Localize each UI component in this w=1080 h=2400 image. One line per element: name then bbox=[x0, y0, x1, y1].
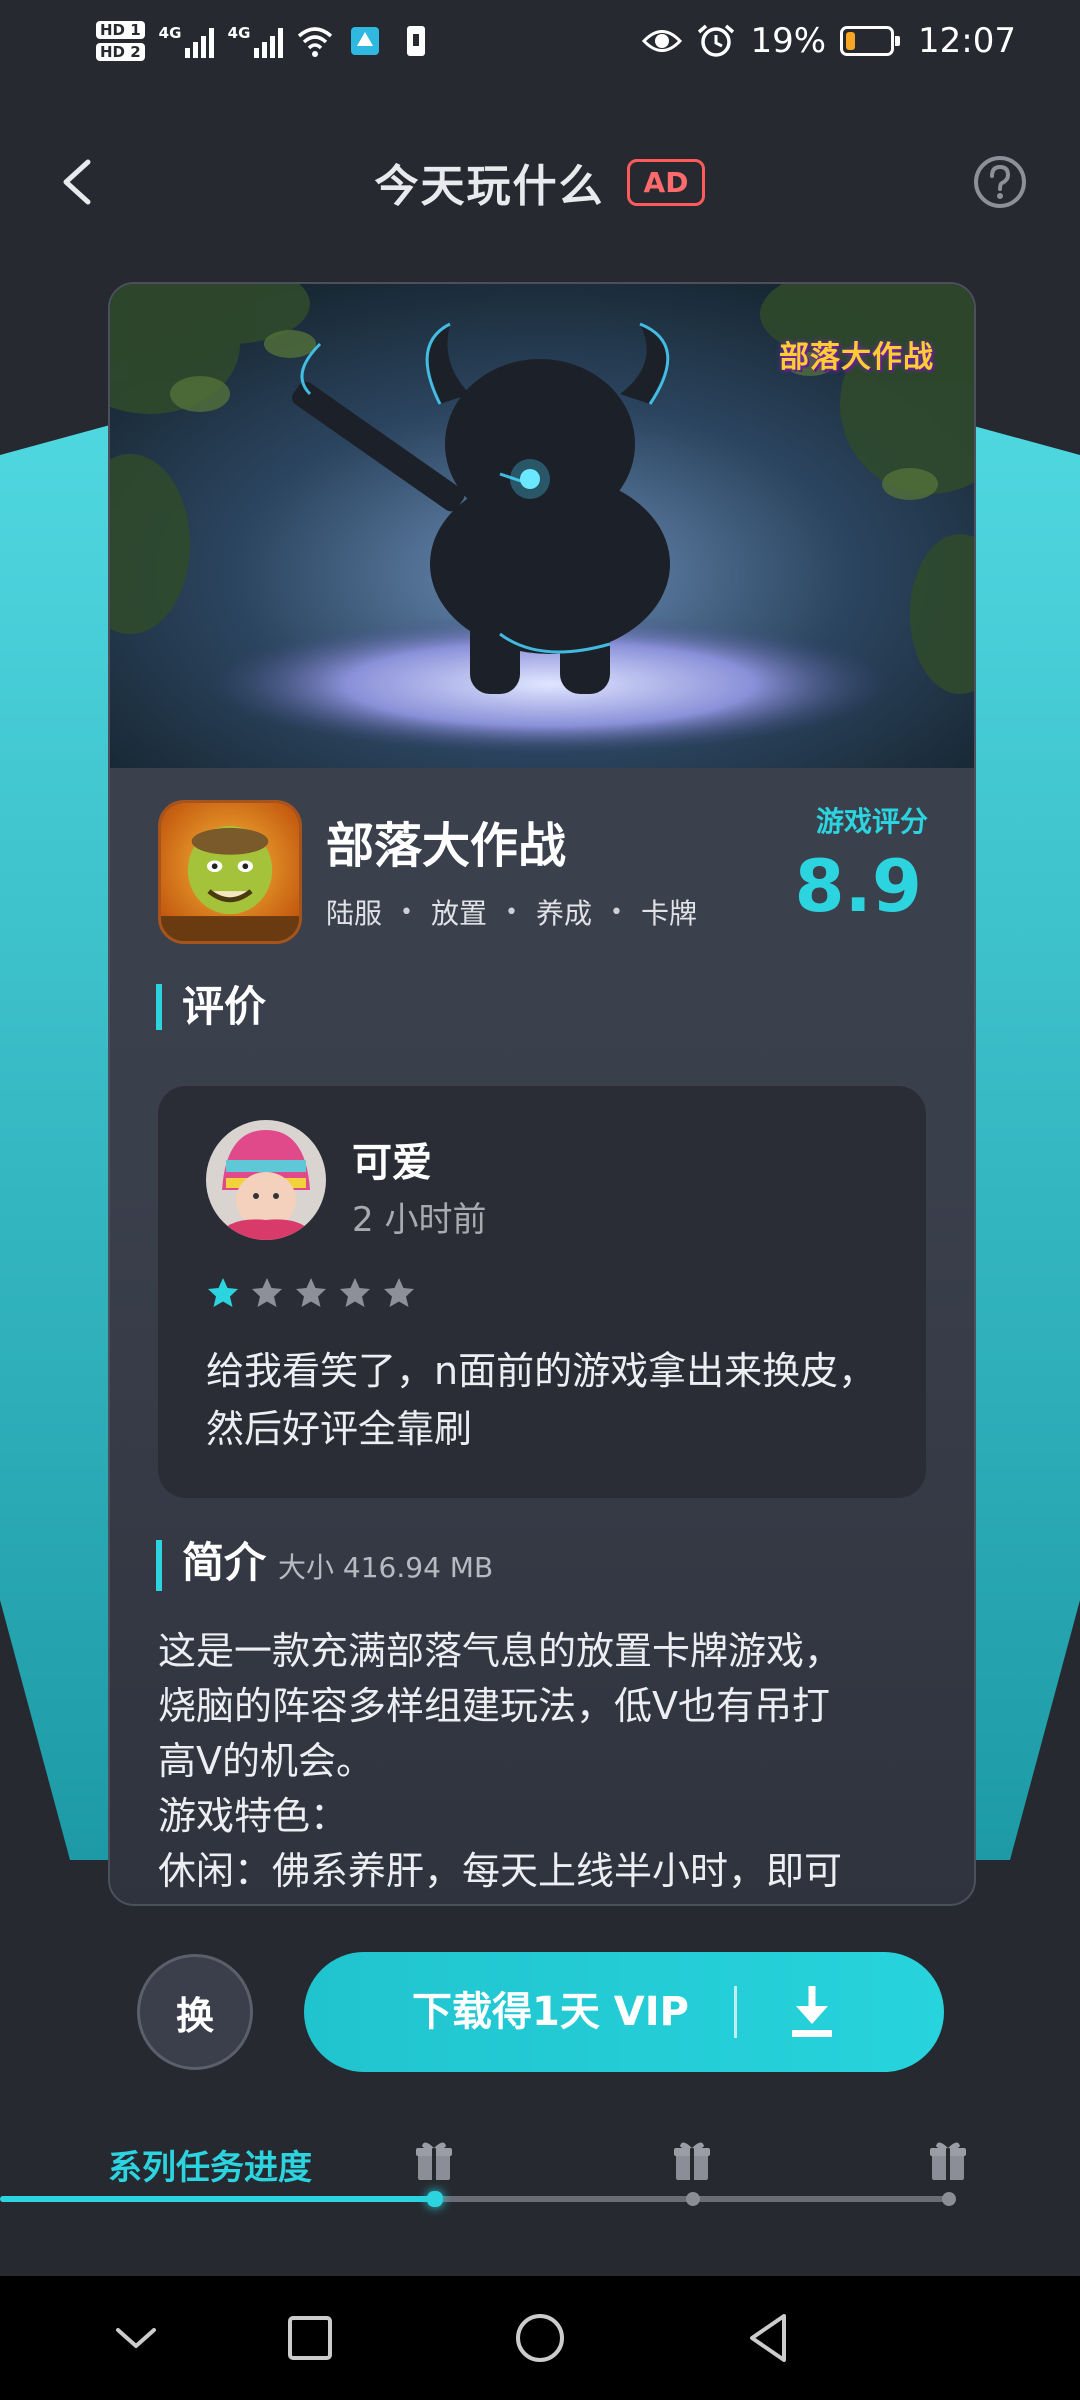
intro-section-title: 简介 大小 416.94 MB bbox=[156, 1540, 493, 1591]
review-title-text: 评价 bbox=[182, 982, 267, 1031]
intro-line: 烧脑的阵容多样组建玩法，低V也有吊打 bbox=[158, 1684, 830, 1728]
tag-separator: • bbox=[505, 899, 518, 925]
swap-button[interactable]: 换 bbox=[137, 1954, 253, 2070]
help-question-circle-icon[interactable] bbox=[972, 154, 1028, 210]
status-bar: HD 1 HD 2 4G 4G 19% 12:07 bbox=[0, 0, 1080, 80]
gift-icon[interactable] bbox=[414, 2138, 454, 2182]
net2-label: 4G bbox=[227, 24, 251, 42]
intro-line: 游戏特色： bbox=[158, 1794, 349, 1838]
game-banner-image[interactable]: 部落大作战 bbox=[110, 284, 974, 768]
progress-node bbox=[942, 2192, 956, 2206]
back-triangle-icon[interactable] bbox=[738, 2306, 802, 2370]
tag: 陆服 bbox=[326, 897, 383, 930]
review-time: 2 小时前 bbox=[352, 1200, 487, 1240]
ad-badge: AD bbox=[626, 158, 706, 206]
star-rating bbox=[206, 1276, 416, 1310]
star-empty-icon bbox=[252, 1278, 282, 1307]
tag-separator: • bbox=[610, 899, 623, 925]
review-section-title: 评价 bbox=[156, 984, 266, 1030]
intro-text: 这是一款充满部落气息的放置卡牌游戏， 烧脑的阵容多样组建玩法，低V也有吊打 高V… bbox=[158, 1624, 938, 1899]
game-size: 大小 416.94 MB bbox=[278, 1551, 494, 1584]
avatar[interactable] bbox=[206, 1120, 326, 1240]
game-card: 部落大作战 部落大作战 陆服 • 放置 • 养成 • 卡牌 游戏评分 8.9 评… bbox=[108, 282, 976, 1906]
alarm-icon bbox=[698, 24, 735, 57]
home-circle-icon[interactable] bbox=[508, 2306, 572, 2370]
score-label: 游戏评分 bbox=[815, 805, 928, 838]
gift-icon[interactable] bbox=[672, 2138, 712, 2182]
download-vip-button[interactable]: 下载得1天 VIP bbox=[304, 1952, 944, 2072]
intro-line: 这是一款充满部落气息的放置卡牌游戏， bbox=[158, 1629, 843, 1673]
chevron-down-icon[interactable] bbox=[104, 2306, 168, 2370]
hd2-label: HD 2 bbox=[96, 43, 145, 61]
game-app-icon[interactable] bbox=[158, 800, 302, 944]
top-bar: 今天玩什么 AD bbox=[0, 120, 1080, 240]
progress-node bbox=[686, 2192, 700, 2206]
hd1-label: HD 1 bbox=[96, 21, 145, 39]
intro-line: 休闲：佛系养肝，每天上线半小时，即可 bbox=[158, 1849, 843, 1893]
progress-fill bbox=[0, 2196, 434, 2202]
divider bbox=[734, 1986, 737, 2038]
hd-indicator: HD 1 HD 2 bbox=[96, 21, 145, 61]
download-icon bbox=[792, 1986, 832, 2037]
game-name: 部落大作战 bbox=[326, 818, 567, 874]
battery-percent: 19% bbox=[750, 21, 827, 61]
star-empty-icon bbox=[384, 1278, 414, 1307]
game-info: 部落大作战 陆服 • 放置 • 养成 • 卡牌 游戏评分 8.9 bbox=[158, 800, 928, 950]
review-text: 给我看笑了，n面前的游戏拿出来换皮，然后好评全靠刷 bbox=[206, 1349, 877, 1451]
gift-icon[interactable] bbox=[928, 2138, 968, 2182]
page-title: 今天玩什么 bbox=[374, 161, 605, 212]
tag: 养成 bbox=[536, 897, 593, 930]
progress-node bbox=[427, 2191, 443, 2207]
review-card[interactable]: 可爱 2 小时前 给我看笑了，n面前的游戏拿出来换皮，然后好评全靠刷 bbox=[158, 1086, 926, 1498]
star-filled-icon bbox=[208, 1278, 238, 1307]
game-tags: 陆服 • 放置 • 养成 • 卡牌 bbox=[326, 892, 697, 932]
tag-separator: • bbox=[400, 899, 413, 925]
tag: 放置 bbox=[431, 897, 488, 930]
clock: 12:07 bbox=[918, 21, 1016, 61]
banner-game-logo: 部落大作战 bbox=[779, 340, 934, 375]
star-empty-icon bbox=[340, 1278, 370, 1307]
intro-line: 高V的机会。 bbox=[158, 1739, 374, 1783]
progress-label: 系列任务进度 bbox=[108, 2148, 312, 2188]
sim-icon bbox=[406, 26, 425, 56]
game-score: 8.9 bbox=[794, 844, 922, 928]
eye-icon bbox=[642, 30, 683, 52]
reviewer-name: 可爱 bbox=[352, 1140, 432, 1186]
net1-label: 4G bbox=[158, 24, 182, 42]
battery-icon bbox=[840, 26, 901, 56]
recent-apps-square-icon[interactable] bbox=[278, 2306, 342, 2370]
signal-icon: 4G bbox=[159, 24, 214, 58]
signal2-icon: 4G bbox=[228, 24, 283, 58]
app-notification-icon bbox=[350, 27, 379, 55]
system-nav-bar bbox=[0, 2276, 1080, 2400]
star-empty-icon bbox=[296, 1278, 326, 1307]
intro-title-text: 简介 bbox=[182, 1538, 267, 1587]
download-label: 下载得1天 VIP bbox=[412, 1989, 689, 2035]
tag: 卡牌 bbox=[641, 897, 698, 930]
wifi-icon bbox=[297, 27, 332, 57]
